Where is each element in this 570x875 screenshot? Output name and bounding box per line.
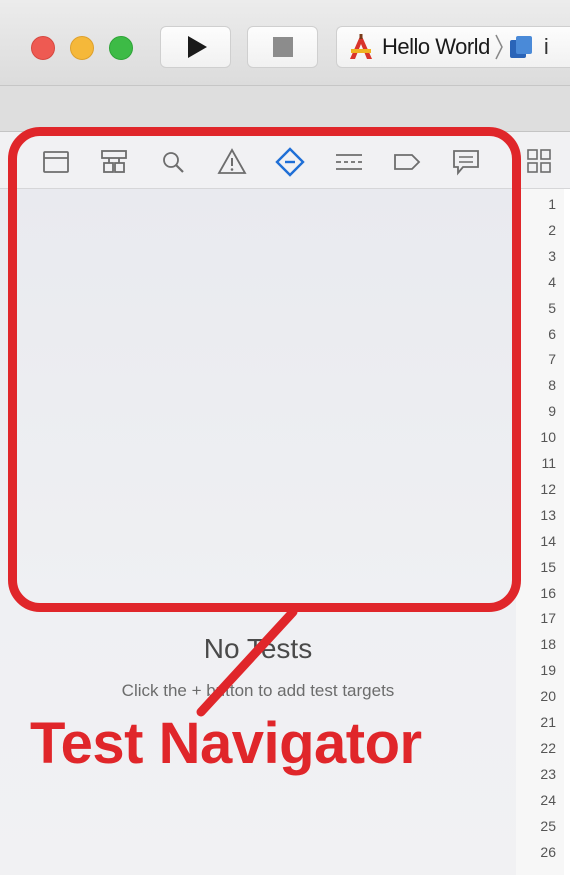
annotation-label: Test Navigator bbox=[30, 711, 422, 776]
